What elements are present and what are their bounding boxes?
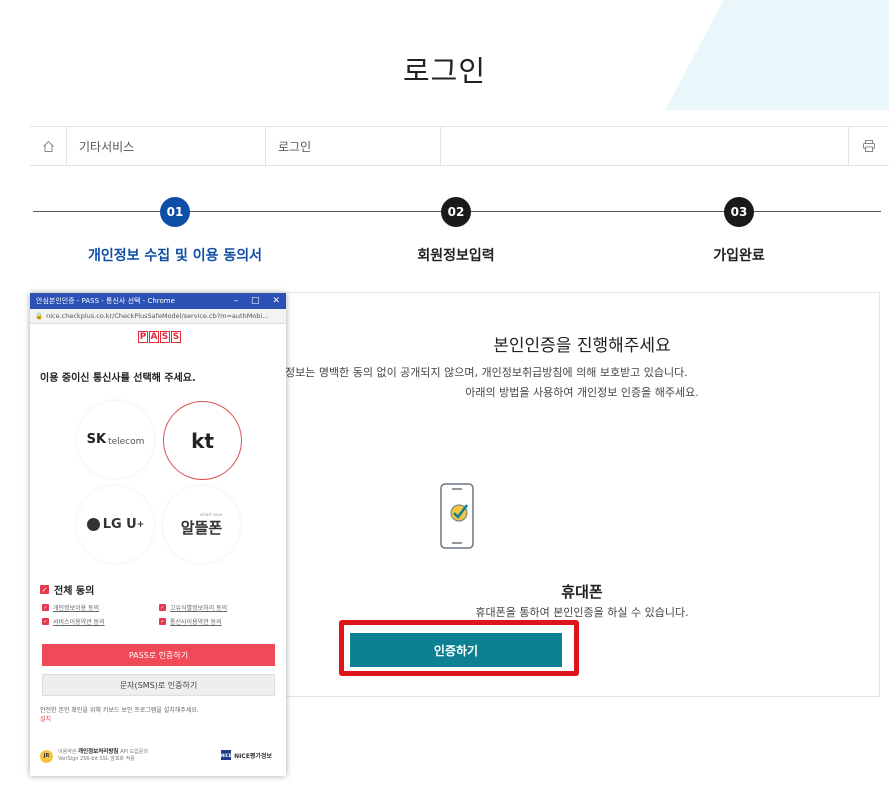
popup-window-title: 안심본인인증 - PASS - 통신사 선택 - Chrome [36,297,175,305]
terms-checkbox-personal-info[interactable]: ✓ 개인정보이용 동의 [42,603,99,612]
checkbox-checked-icon: ✓ [40,585,49,594]
breadcrumb-item-login[interactable]: 로그인 [266,127,441,165]
pass-logo: PASS [138,331,181,343]
checkbox-checked-icon: ✓ [159,618,166,625]
checkbox-checked-icon: ✓ [42,618,49,625]
popup-footer: JR 이용약관 개인정보처리방침 API 도입문의 VeriSign 256-b… [40,749,280,763]
panel-description-privacy: 정보는 명백한 동의 없이 공개되지 않으며, 개인정보취급방침에 의해 보호받… [285,366,688,379]
pass-verification-popup: 안심본인인증 - PASS - 통신사 선택 - Chrome – □ ✕ 🔒 … [30,293,286,776]
mobile-phone-icon [440,483,474,549]
breadcrumb-label: 로그인 [278,139,312,154]
checkbox-checked-icon: ✓ [159,604,166,611]
install-link[interactable]: 설치 [40,714,51,723]
footer-links: 이용약관 개인정보처리방침 API 도입문의 VeriSign 256-bit … [58,749,148,763]
step-2-number: 02 [441,197,471,227]
api-inquiry-link[interactable]: API 도입문의 [120,749,148,755]
print-button[interactable] [849,127,889,165]
step-3-label: 가입완료 [713,248,765,264]
carrier-mvno-option[interactable]: smart save 알뜰폰 [163,486,240,563]
sms-verify-button[interactable]: 문자(SMS)로 인증하기 [42,674,275,696]
phone-method-description: 휴대폰을 통하여 본인인증을 하실 수 있습니다. [475,606,689,619]
print-icon [863,140,875,152]
skt-logo: SK telecom [86,432,145,447]
lgu-symbol-icon [86,518,100,531]
minimize-icon[interactable]: – [233,296,238,306]
terms-checkbox-carrier[interactable]: ✓ 통신사이용약관 동의 [159,617,222,626]
identity-verification-panel: 본인인증을 진행해주세요 정보는 명백한 동의 없이 공개되지 않으며, 개인정… [284,292,880,697]
popup-url: nice.checkplus.co.kr/CheckPlusSafeModel/… [46,312,269,320]
agree-all-label: 전체 동의 [54,586,95,597]
kt-logo: kt [191,428,214,453]
popup-url-bar[interactable]: 🔒 nice.checkplus.co.kr/CheckPlusSafeMode… [30,309,286,324]
breadcrumb-label: 기타서비스 [79,139,135,154]
mvno-logo: smart save 알뜰폰 [180,511,223,537]
nice-logo: NICE NICE평가정보 [221,750,272,760]
terms-link[interactable]: 이용약관 [58,749,76,755]
lock-icon: 🔒 [35,312,44,320]
terms-checkbox-unique-id[interactable]: ✓ 고유식별정보처리 동의 [159,603,227,612]
privacy-policy-link[interactable]: 개인정보처리방침 [78,749,118,755]
breadcrumb-spacer [441,127,849,165]
checkbox-checked-icon: ✓ [42,604,49,611]
phone-method-label: 휴대폰 [561,583,603,601]
verify-button[interactable]: 인증하기 [350,633,562,667]
page-title: 로그인 [402,54,487,88]
panel-description-method: 아래의 방법을 사용하여 개인정보 인증을 해주세요. [465,386,699,399]
panel-heading: 본인인증을 진행해주세요 [493,336,671,356]
ssl-note: VeriSign 256-bit SSL 암호화 적용 [58,756,135,762]
step-3-number: 03 [724,197,754,227]
carrier-kt-option[interactable]: kt [163,401,242,480]
breadcrumb: 기타서비스 로그인 [30,126,889,166]
maximize-icon[interactable]: □ [251,296,260,306]
lgu-logo: LG U + [86,517,144,532]
window-controls: – □ ✕ [233,293,280,309]
home-icon [42,140,54,152]
carrier-lgu-option[interactable]: LG U + [77,486,154,563]
carrier-skt-option[interactable]: SK telecom [77,401,154,478]
pass-verify-button[interactable]: PASS로 인증하기 [42,644,275,666]
nice-box-icon: NICE [221,750,231,760]
carrier-select-heading: 이용 중이신 통신사를 선택해 주세요. [40,373,196,384]
terms-checkbox-service[interactable]: ✓ 서비스이용약관 동의 [42,617,105,626]
step-2-label: 회원정보입력 [417,248,495,264]
step-1-label: 개인정보 수집 및 이용 동의서 [87,248,263,264]
close-icon[interactable]: ✕ [272,296,280,306]
certification-seal-icon: JR [40,749,53,763]
popup-titlebar: 안심본인인증 - PASS - 통신사 선택 - Chrome – □ ✕ [30,293,286,309]
home-button[interactable] [30,127,67,165]
breadcrumb-item-other-services[interactable]: 기타서비스 [67,127,266,165]
step-1-number: 01 [160,197,190,227]
agree-all-checkbox[interactable]: ✓ 전체 동의 [40,582,94,597]
security-program-note: 안전한 본인 확인을 위해 키보드 보안 프로그램을 설치해주세요. [40,707,199,714]
